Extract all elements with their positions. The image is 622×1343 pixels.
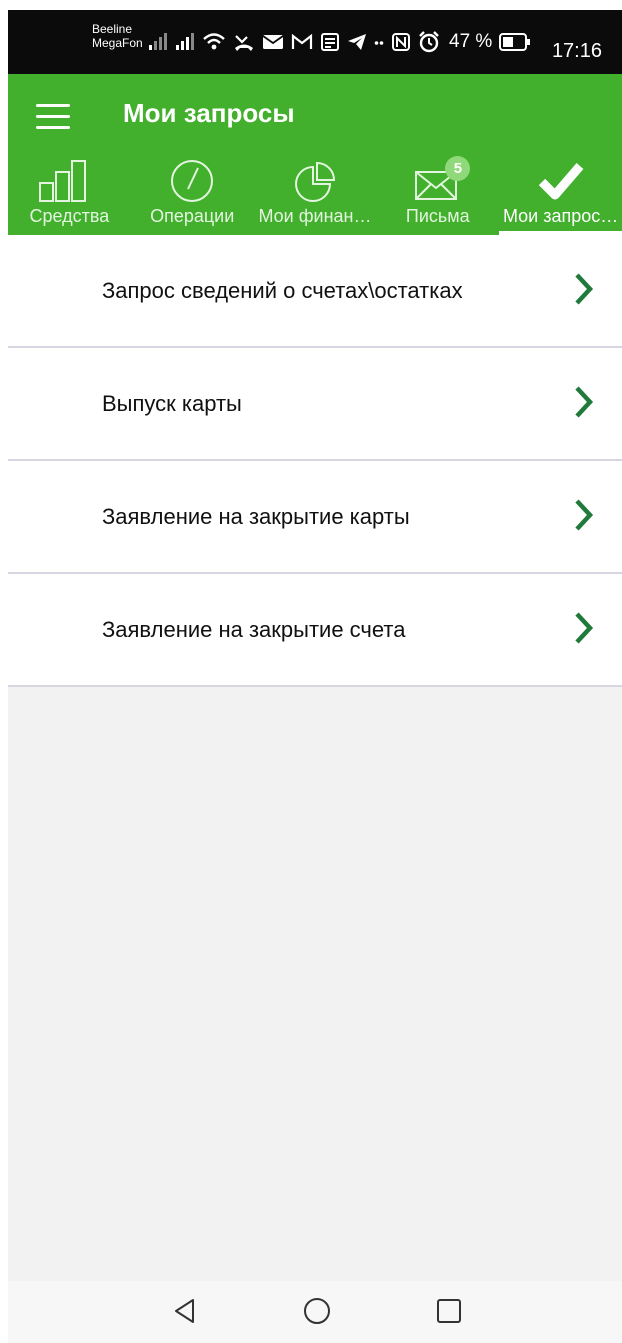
back-icon[interactable] xyxy=(172,1297,196,1325)
app-bar: Мои запросы Средства Операции Мои финан…… xyxy=(8,74,622,235)
mail-icon xyxy=(262,35,284,49)
nfc-icon xyxy=(392,33,410,51)
chevron-right-icon xyxy=(575,273,594,305)
tab-letters[interactable]: 5 Письма xyxy=(376,154,499,235)
request-list: Запрос сведений о счетах\остатках Выпуск… xyxy=(8,235,622,687)
list-item[interactable]: Запрос сведений о счетах\остатках xyxy=(8,235,622,348)
tab-label: Мои финан… xyxy=(258,206,372,226)
news-icon xyxy=(321,33,339,51)
clock-icon xyxy=(171,160,214,202)
list-item[interactable]: Выпуск карты xyxy=(8,348,622,461)
tab-label: Операции xyxy=(150,206,235,226)
battery-percent: 47 % xyxy=(449,31,493,52)
tab-funds[interactable]: Средства xyxy=(8,154,131,235)
list-item-label: Заявление на закрытие счета xyxy=(102,617,406,642)
list-item[interactable]: Заявление на закрытие карты xyxy=(8,461,622,574)
missed-call-icon xyxy=(235,35,253,51)
page-title: Мои запросы xyxy=(123,98,295,128)
menu-icon[interactable] xyxy=(36,104,70,130)
status-bar: Beeline MegaFon 47 % 17:16 xyxy=(8,10,622,74)
wifi-icon xyxy=(203,33,225,50)
clock: 17:16 xyxy=(551,40,602,62)
tab-label: Мои запрос… xyxy=(502,206,619,226)
chevron-right-icon xyxy=(575,386,594,418)
pie-chart-icon xyxy=(294,161,335,202)
more-icon xyxy=(374,41,384,45)
checkmark-icon xyxy=(538,163,583,200)
navigation-bar xyxy=(8,1281,622,1343)
alarm-icon xyxy=(419,31,439,53)
carriers: Beeline MegaFon xyxy=(92,22,143,50)
list-item-label: Заявление на закрытие карты xyxy=(102,504,410,529)
battery-icon xyxy=(499,33,531,51)
bar-chart-icon xyxy=(39,160,87,202)
tab-operations[interactable]: Операции xyxy=(131,154,254,235)
carrier-1: Beeline xyxy=(92,22,133,36)
screen: Beeline MegaFon 47 % 17:16 Мои запросы С… xyxy=(8,10,622,1343)
status-icons: 47 % xyxy=(148,28,531,56)
tab-bar: Средства Операции Мои финан… 5 Письма Мо… xyxy=(8,154,622,235)
recents-icon[interactable] xyxy=(436,1297,462,1325)
tab-label: Письма xyxy=(405,206,470,226)
tab-my-requests[interactable]: Мои запрос… xyxy=(499,154,622,235)
chevron-right-icon xyxy=(575,499,594,531)
signal-icon xyxy=(149,33,167,50)
tab-my-finances[interactable]: Мои финан… xyxy=(254,154,377,235)
list-item-label: Запрос сведений о счетах\остатках xyxy=(102,278,463,303)
tab-label: Средства xyxy=(29,206,110,226)
carrier-2: MegaFon xyxy=(92,36,143,50)
home-icon[interactable] xyxy=(303,1297,331,1325)
signal-icon xyxy=(176,33,194,50)
list-item[interactable]: Заявление на закрытие счета xyxy=(8,574,622,687)
gmail-icon xyxy=(291,33,313,49)
telegram-icon xyxy=(348,34,366,50)
list-item-label: Выпуск карты xyxy=(102,391,242,416)
chevron-right-icon xyxy=(575,612,594,644)
